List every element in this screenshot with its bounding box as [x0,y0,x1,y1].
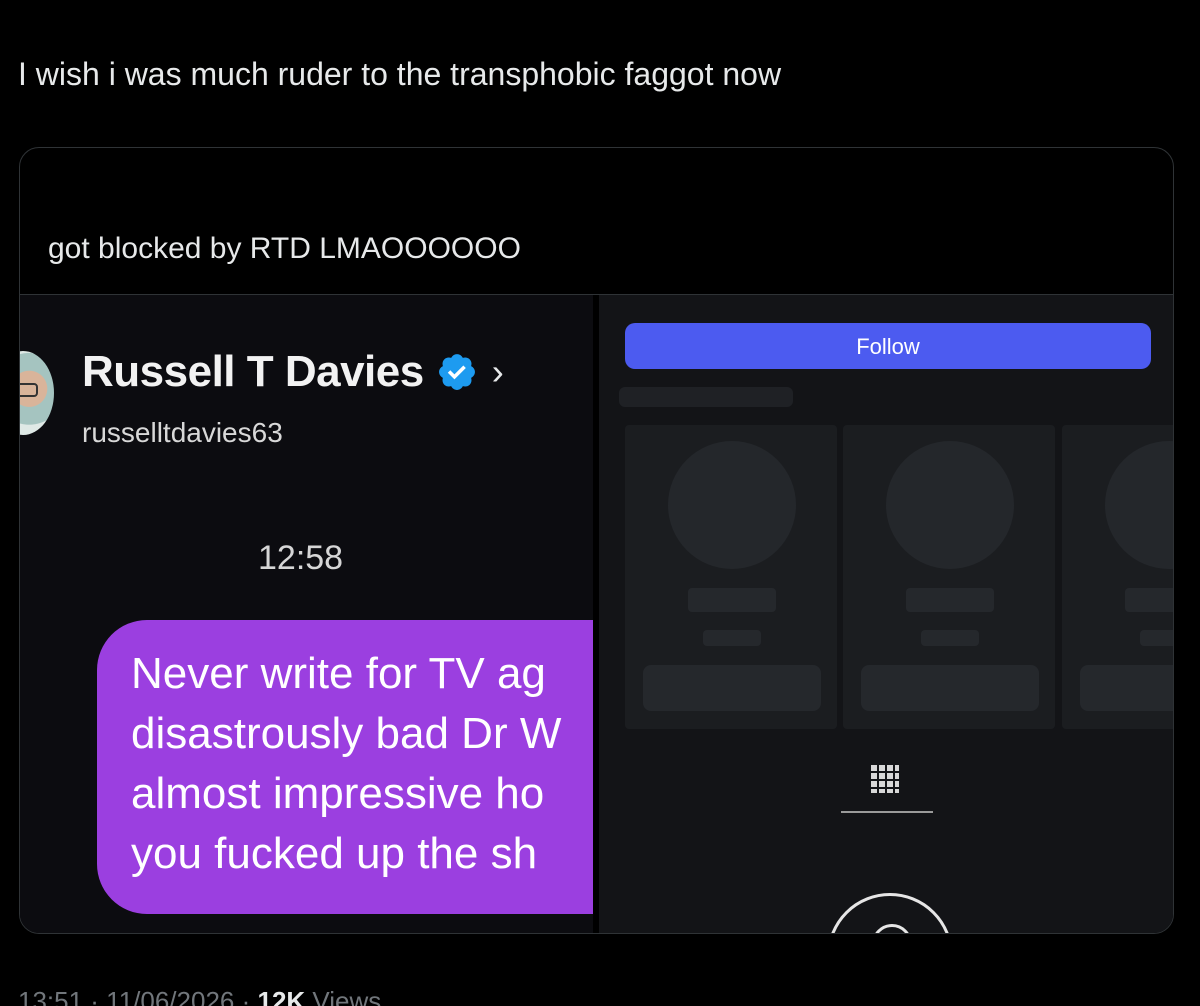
message-line: almost impressive ho [131,769,545,818]
suggestion-card-placeholder [843,425,1055,729]
avatar [20,351,54,435]
camera-icon[interactable] [827,893,953,933]
views-count: 12K [257,986,306,1006]
message-line: you fucked up the sh [131,829,538,878]
tweet-meta: 13:51 · 11/06/2026 · 12K Views [18,986,381,1006]
grid-icon[interactable] [871,765,899,793]
skeleton-bar [619,387,793,407]
quoted-tweet-card[interactable]: got blocked by RTD LMAOOOOOO Russell T D… [19,147,1174,934]
tweet-timestamp[interactable]: 13:51 · 11/06/2026 · [18,986,257,1006]
dm-screenshot-panel: Russell T Davies › russelltdavies63 12:5… [20,295,593,933]
dm-contact-name: Russell T Davies [82,347,424,396]
quoted-tweet-image[interactable]: Russell T Davies › russelltdavies63 12:5… [20,294,1173,933]
tweet-text: I wish i was much ruder to the transphob… [18,56,782,92]
profile-screenshot-panel: Follow [599,295,1173,933]
verified-badge-icon [438,354,475,390]
quoted-tweet-text: got blocked by RTD LMAOOOOOO [48,232,521,265]
dm-contact-handle: russelltdavies63 [82,417,283,448]
views-label: Views [305,986,382,1006]
message-line: disastrously bad Dr W [131,709,562,758]
message-bubble: Never write for TV ag disastrously bad D… [97,620,593,914]
active-tab-underline [841,811,933,813]
dm-header: Russell T Davies › [82,347,504,397]
follow-button[interactable]: Follow [625,323,1151,369]
message-timestamp: 12:58 [258,539,344,577]
suggestion-card-placeholder [625,425,837,729]
tweet-view: I wish i was much ruder to the transphob… [0,0,1200,1006]
suggestion-card-placeholder [1062,425,1173,729]
chevron-right-icon[interactable]: › [492,354,504,390]
message-line: Never write for TV ag [131,649,546,698]
